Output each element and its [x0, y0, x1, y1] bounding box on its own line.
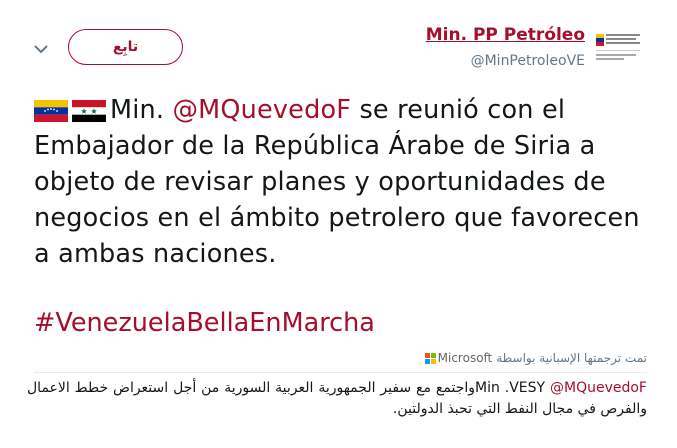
tweet-text-prefix: Min.: [110, 95, 173, 125]
hashtag-line: #VenezuelaBellaEnMarcha: [34, 305, 375, 341]
translated-text-prefix: Min .VESY: [475, 380, 550, 396]
author-handle[interactable]: @MinPetroleoVE: [471, 53, 585, 69]
follow-button[interactable]: تابِع: [68, 29, 183, 65]
venezuela-flag-icon: [34, 96, 68, 122]
translated-mention-link[interactable]: @MQuevedoF: [550, 380, 647, 396]
translation-attribution: تمت ترجمتها الإسبانية بواسطة Microsoft: [424, 351, 647, 365]
mention-link[interactable]: @MQuevedoF: [172, 95, 351, 125]
chevron-down-icon[interactable]: [30, 38, 52, 60]
tweet-header: تابِع Min. PP Petróleo @MinPetroleoVE: [0, 0, 677, 90]
translation-provider: Microsoft: [437, 351, 493, 365]
syria-flag-icon: [72, 96, 106, 122]
tweet-text: Min. @MQuevedoF se reunió con el Embajad…: [34, 92, 644, 272]
translation-by-label: تمت ترجمتها الإسبانية بواسطة: [496, 351, 647, 365]
microsoft-logo-icon[interactable]: Microsoft: [424, 351, 493, 365]
hashtag-link[interactable]: #VenezuelaBellaEnMarcha: [34, 308, 375, 338]
translated-text: Min .VESY @MQuevedoFواجتمع مع سفير الجمه…: [27, 378, 647, 420]
ministry-logo-icon[interactable]: [596, 30, 648, 64]
divider: [34, 372, 647, 373]
author-name[interactable]: Min. PP Petróleo: [426, 25, 585, 45]
